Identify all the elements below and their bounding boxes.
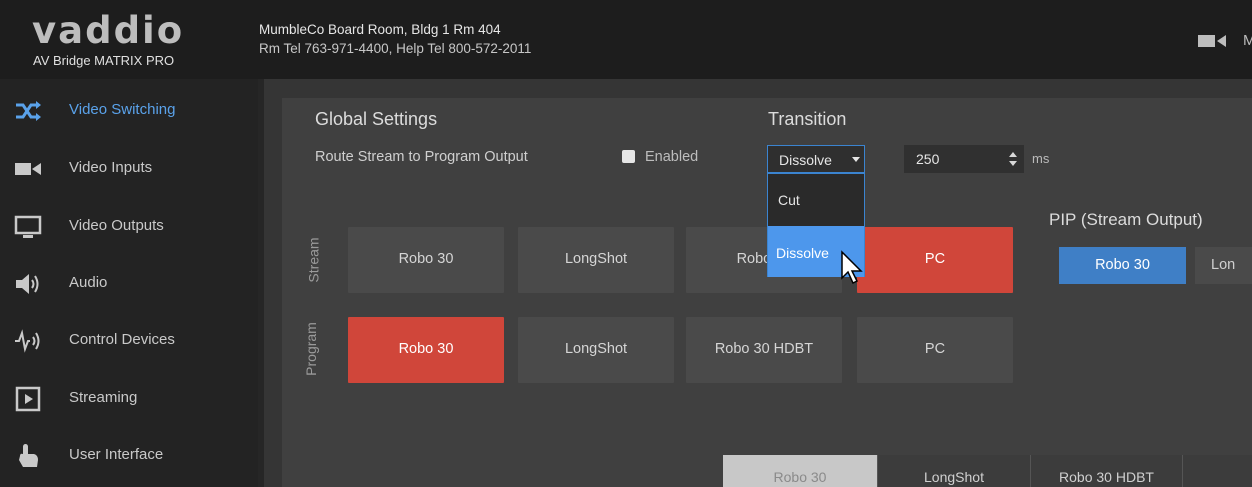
- mouse-cursor-icon: [841, 250, 863, 285]
- pip-source-robo-30[interactable]: Robo 30: [1059, 247, 1186, 284]
- program-source-pc[interactable]: PC: [857, 317, 1013, 383]
- button-label: Lon: [1211, 257, 1236, 273]
- sidebar-item-video-inputs[interactable]: Video Inputs: [0, 144, 258, 194]
- monitor-icon: [14, 215, 42, 238]
- chevron-down-icon: [852, 157, 860, 162]
- transition-duration-input[interactable]: 250: [904, 145, 1024, 173]
- button-label: PC: [924, 251, 946, 267]
- option-label: Dissolve: [776, 245, 829, 261]
- sidebar-item-video-outputs[interactable]: Video Outputs: [0, 202, 258, 252]
- transition-option-cut[interactable]: Cut: [768, 174, 864, 224]
- route-stream-label: Route Stream to Program Output: [315, 149, 528, 165]
- tab-robo-30[interactable]: Robo 30: [723, 455, 878, 487]
- sidebar-item-video-switching[interactable]: Video Switching: [0, 86, 258, 136]
- button-label: Robo 30: [1095, 257, 1150, 273]
- button-label: LongShot: [564, 251, 628, 267]
- video-camera-icon: [15, 163, 41, 175]
- spinner-arrows-icon[interactable]: [1008, 151, 1018, 167]
- video-camera-icon[interactable]: [1198, 33, 1228, 49]
- button-label: PC: [924, 341, 946, 357]
- tab-robo-30-hdbt[interactable]: Robo 30 HDBT: [1031, 455, 1183, 487]
- sidebar-item-label: Streaming: [69, 389, 138, 406]
- stream-source-longshot[interactable]: LongShot: [518, 227, 674, 293]
- tab-label: Robo 30 HDBT: [1059, 469, 1154, 485]
- button-label: Robo 30 HDBT: [714, 341, 814, 357]
- tab-more[interactable]: [1183, 455, 1252, 487]
- sidebar-item-audio[interactable]: Audio: [0, 259, 258, 309]
- program-source-robo-30-hdbt[interactable]: Robo 30 HDBT: [686, 317, 842, 383]
- duration-unit: ms: [1032, 151, 1050, 166]
- sidebar-item-label: User Interface: [69, 446, 164, 463]
- program-source-longshot[interactable]: LongShot: [518, 317, 674, 383]
- program-source-robo-30[interactable]: Robo 30: [348, 317, 504, 383]
- enabled-label[interactable]: Enabled: [645, 149, 698, 165]
- transition-select-value: Dissolve: [779, 152, 832, 168]
- stream-row-label: Stream: [305, 237, 322, 283]
- sidebar-item-user-interface[interactable]: User Interface: [0, 431, 258, 481]
- stream-source-pc[interactable]: PC: [857, 227, 1013, 293]
- sidebar-item-label: Video Switching: [69, 101, 176, 118]
- header-bar: vaddio AV Bridge MATRIX PRO MumbleCo Boa…: [0, 0, 1252, 79]
- enabled-checkbox[interactable]: [622, 150, 635, 163]
- control-signal-icon: [15, 329, 40, 353]
- button-label: Robo 30: [398, 251, 454, 267]
- header-menu-label[interactable]: M: [1243, 32, 1252, 49]
- option-label: Cut: [778, 192, 800, 208]
- vaddio-logo: vaddio: [32, 9, 185, 52]
- hand-pointer-icon: [19, 444, 38, 467]
- tab-label: Robo 30: [773, 469, 827, 485]
- transition-select[interactable]: Dissolve: [767, 145, 865, 173]
- product-name: AV Bridge MATRIX PRO: [33, 53, 175, 68]
- sidebar: Video Switching Video Inputs Video Outpu…: [0, 79, 264, 487]
- room-name: MumbleCo Board Room, Bldg 1 Rm 404: [259, 22, 501, 37]
- pip-title: PIP (Stream Output): [1049, 210, 1203, 229]
- play-icon: [15, 386, 41, 412]
- duration-value: 250: [916, 151, 940, 167]
- pip-source-longshot[interactable]: Lon: [1195, 247, 1252, 284]
- sidebar-item-control-devices[interactable]: Control Devices: [0, 316, 258, 366]
- sidebar-item-label: Audio: [69, 274, 108, 291]
- tab-label: LongShot: [924, 469, 984, 485]
- sidebar-item-label: Control Devices: [69, 331, 175, 348]
- tab-longshot[interactable]: LongShot: [878, 455, 1031, 487]
- sidebar-item-label: Video Inputs: [69, 159, 153, 176]
- speaker-icon: [16, 274, 39, 294]
- sidebar-item-label: Video Outputs: [69, 217, 164, 234]
- transition-title: Transition: [768, 109, 847, 129]
- global-settings-title: Global Settings: [315, 109, 438, 129]
- phone-numbers: Rm Tel 763-971-4400, Help Tel 800-572-20…: [259, 41, 532, 56]
- button-label: Robo 30: [398, 341, 454, 357]
- sidebar-item-streaming[interactable]: Streaming: [0, 374, 258, 424]
- button-label: LongShot: [564, 341, 628, 357]
- stream-source-robo-30[interactable]: Robo 30: [348, 227, 504, 293]
- shuffle-icon: [16, 101, 41, 121]
- program-row-label: Program: [302, 322, 319, 376]
